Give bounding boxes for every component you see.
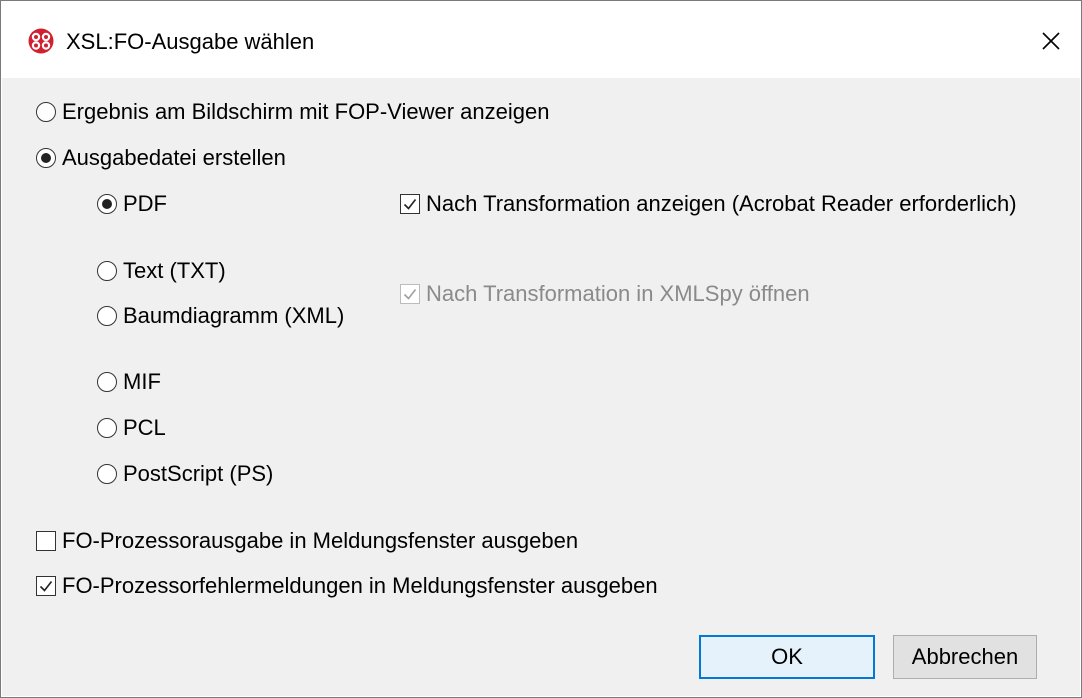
cancel-button[interactable]: Abbrechen xyxy=(893,635,1037,679)
checkbox-processor-errors[interactable]: FO-Prozessorfehlermeldungen in Meldungsf… xyxy=(36,572,658,600)
radio-format-xml-label: Baumdiagramm (XML) xyxy=(123,303,345,328)
radio-format-ps[interactable]: PostScript (PS) xyxy=(97,460,273,488)
close-button[interactable] xyxy=(1034,24,1068,58)
checkbox-processor-output-label: FO-Prozessorausgabe in Meldungsfenster a… xyxy=(62,528,579,553)
radio-indicator[interactable] xyxy=(97,418,117,438)
radio-format-mif[interactable]: MIF xyxy=(97,368,161,396)
dialog-title: XSL:FO-Ausgabe wählen xyxy=(66,29,315,54)
checkbox-open-xmlspy-label: Nach Transformation in XMLSpy öffnen xyxy=(426,281,810,306)
radio-indicator[interactable] xyxy=(36,102,56,122)
radio-indicator[interactable] xyxy=(36,148,56,168)
checkbox-box[interactable] xyxy=(36,576,56,596)
radio-format-pcl-label: PCL xyxy=(123,415,166,440)
close-icon xyxy=(1042,32,1060,50)
checkmark-icon xyxy=(403,199,417,210)
checkbox-processor-output[interactable]: FO-Prozessorausgabe in Meldungsfenster a… xyxy=(36,527,578,555)
radio-format-pdf-label: PDF xyxy=(123,191,167,216)
radio-indicator[interactable] xyxy=(97,372,117,392)
radio-format-xml[interactable]: Baumdiagramm (XML) xyxy=(97,302,344,330)
checkmark-icon xyxy=(39,581,53,592)
radio-format-txt[interactable]: Text (TXT) xyxy=(97,257,226,285)
radio-fop-viewer[interactable]: Ergebnis am Bildschirm mit FOP-Viewer an… xyxy=(36,98,549,126)
radio-create-output-file-label: Ausgabedatei erstellen xyxy=(62,145,286,170)
altova-xmlspy-icon xyxy=(28,28,54,54)
checkmark-icon xyxy=(403,289,417,300)
checkbox-processor-errors-label: FO-Prozessorfehlermeldungen in Meldungsf… xyxy=(62,573,658,598)
radio-format-mif-label: MIF xyxy=(123,369,161,394)
checkbox-box[interactable] xyxy=(36,531,56,551)
radio-indicator[interactable] xyxy=(97,194,117,214)
radio-format-pcl[interactable]: PCL xyxy=(97,414,166,442)
radio-indicator[interactable] xyxy=(97,464,117,484)
radio-indicator[interactable] xyxy=(97,306,117,326)
ok-button[interactable]: OK xyxy=(699,635,875,679)
title-bar: XSL:FO-Ausgabe wählen xyxy=(2,2,1080,78)
radio-fop-viewer-label: Ergebnis am Bildschirm mit FOP-Viewer an… xyxy=(62,99,550,124)
radio-indicator[interactable] xyxy=(97,261,117,281)
checkbox-show-acrobat[interactable]: Nach Transformation anzeigen (Acrobat Re… xyxy=(400,190,1017,218)
radio-create-output-file[interactable]: Ausgabedatei erstellen xyxy=(36,144,286,172)
checkbox-box[interactable] xyxy=(400,194,420,214)
radio-format-pdf[interactable]: PDF xyxy=(97,190,167,218)
checkbox-box xyxy=(400,284,420,304)
radio-format-txt-label: Text (TXT) xyxy=(123,258,226,283)
dialog-content: Ergebnis am Bildschirm mit FOP-Viewer an… xyxy=(2,78,1080,696)
xsl-fo-output-dialog: XSL:FO-Ausgabe wählen Ergebnis am Bildsc… xyxy=(0,0,1082,698)
checkbox-show-acrobat-label: Nach Transformation anzeigen (Acrobat Re… xyxy=(426,191,1017,216)
checkbox-open-xmlspy: Nach Transformation in XMLSpy öffnen xyxy=(400,280,810,308)
radio-format-ps-label: PostScript (PS) xyxy=(123,461,274,486)
